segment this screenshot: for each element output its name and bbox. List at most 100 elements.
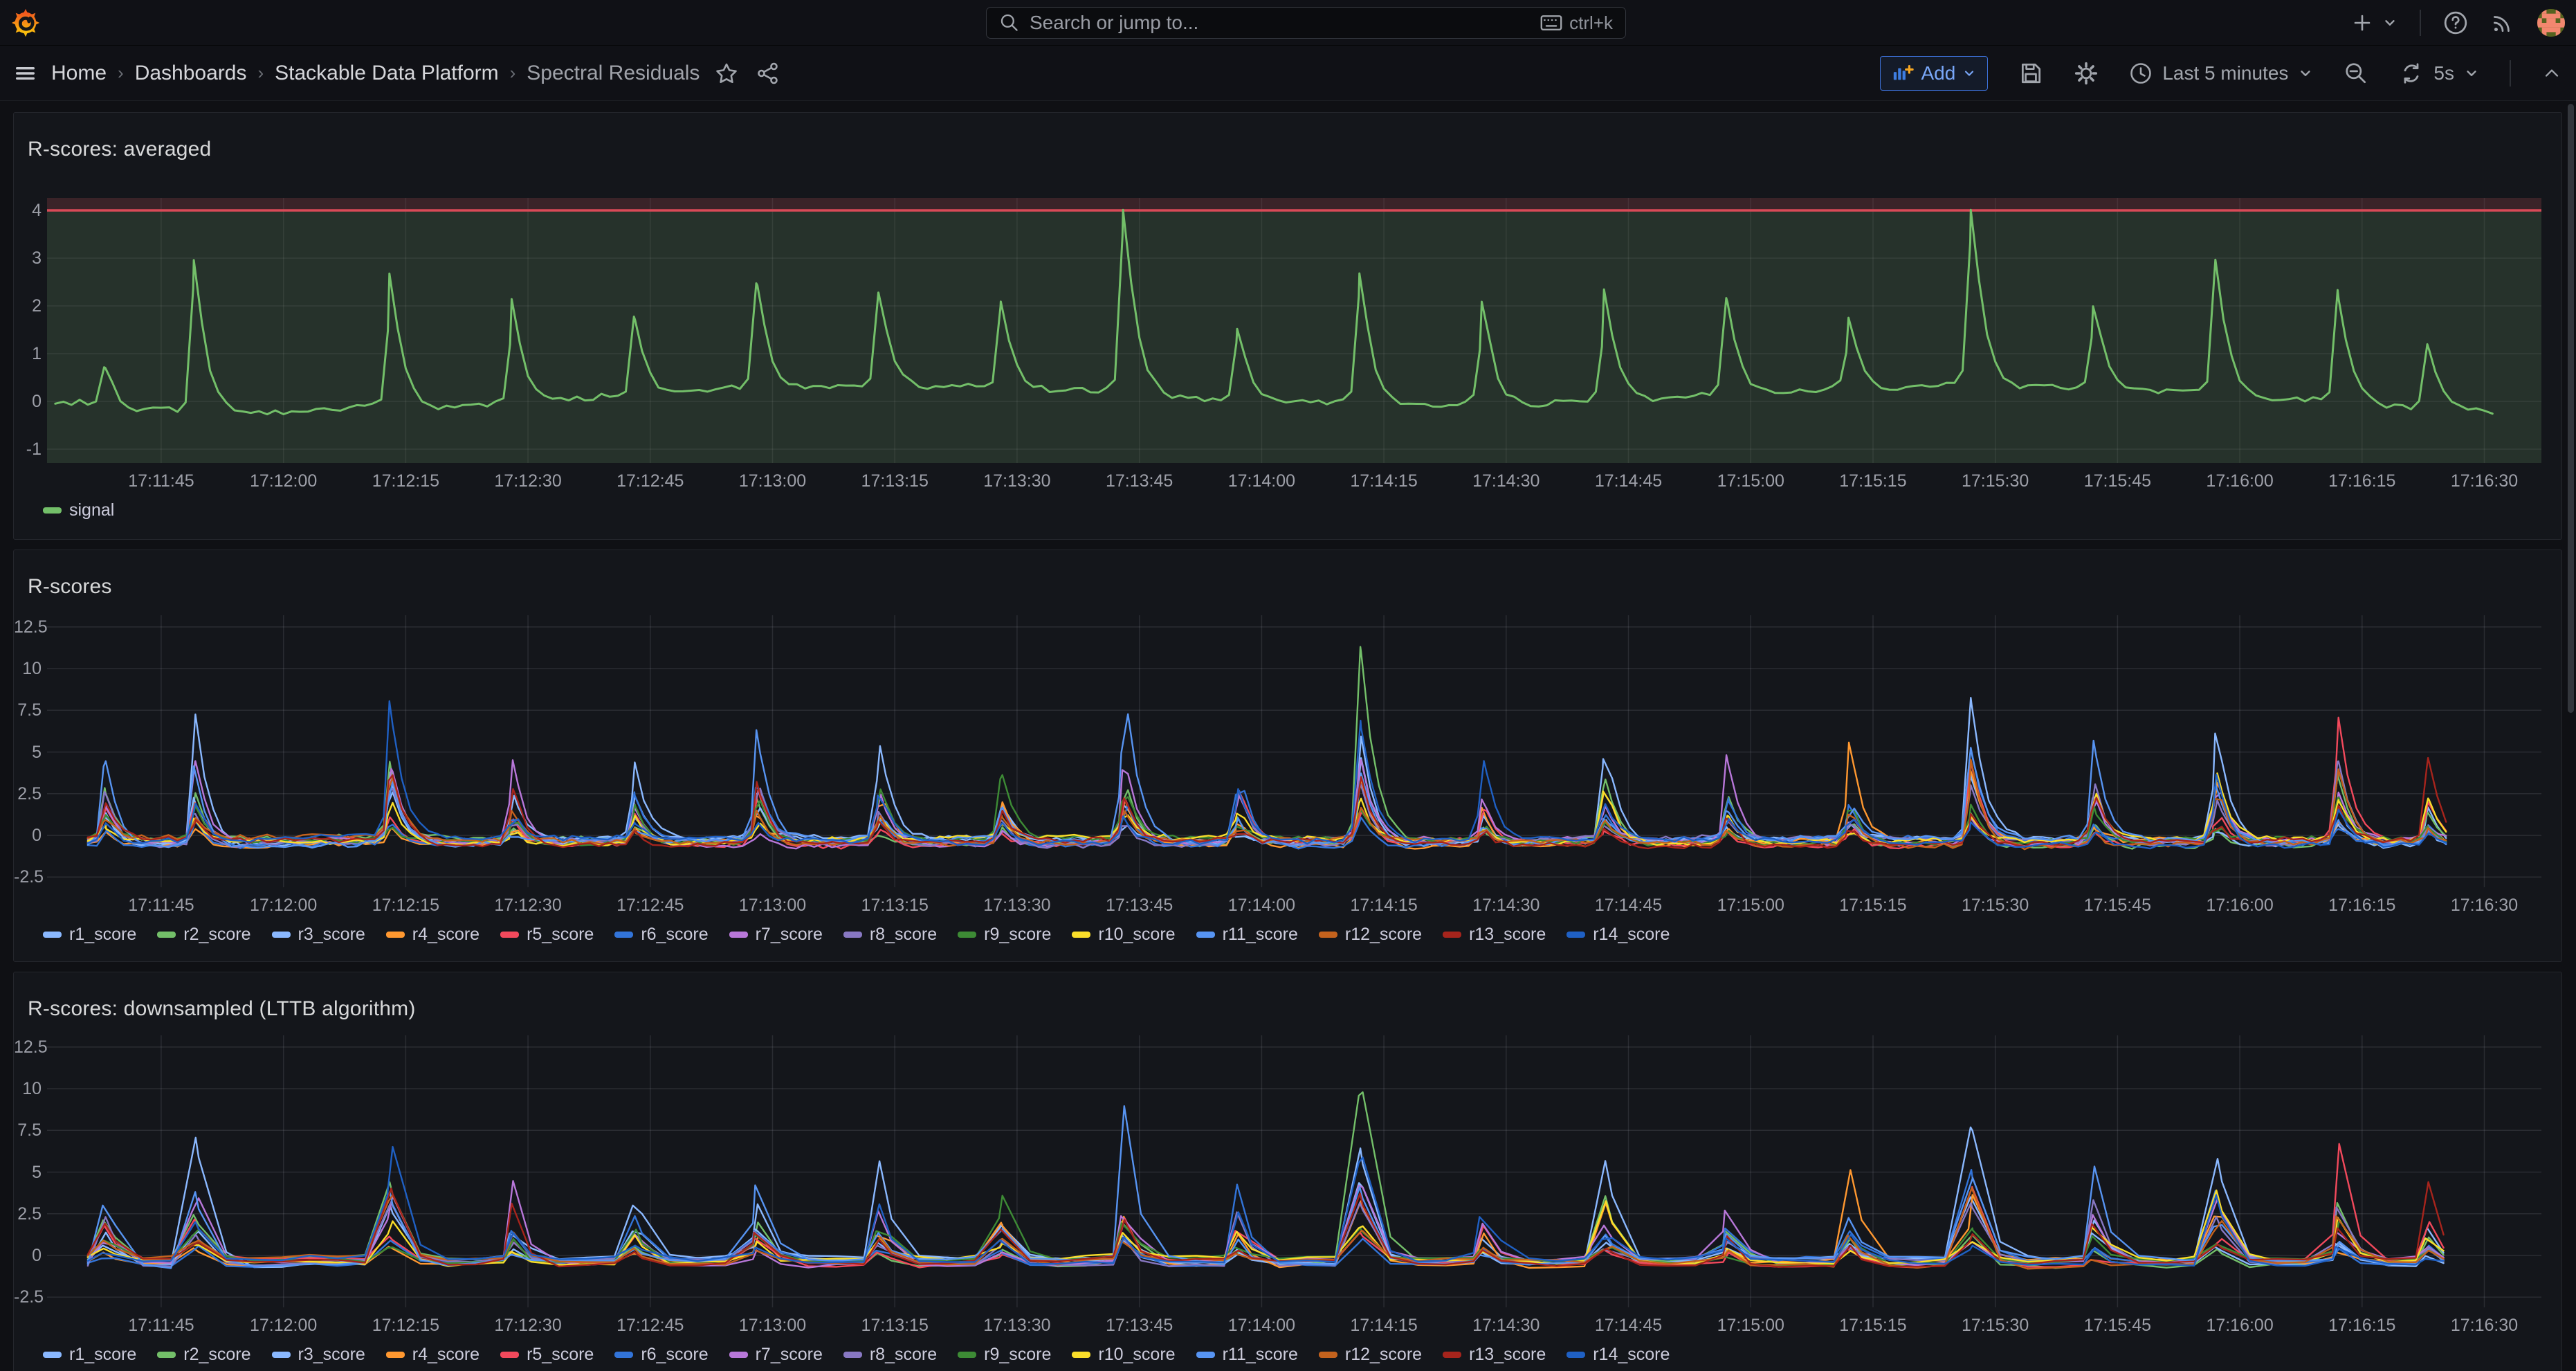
x-axis-tick: 17:13:00: [714, 471, 832, 491]
x-axis-tick: 17:12:30: [469, 1316, 587, 1336]
y-axis-tick: 5: [14, 743, 42, 763]
time-series-plot-area[interactable]: [47, 198, 2541, 463]
legend-item-r2_score[interactable]: r2_score: [157, 925, 250, 945]
legend-series-swatch: [1072, 1352, 1090, 1358]
legend-series-label: r1_score: [69, 1345, 136, 1365]
chevron-down-icon: [2382, 15, 2397, 30]
x-axis-tick: 17:12:00: [225, 896, 342, 916]
x-axis-tick: 17:11:45: [102, 896, 220, 916]
legend-item-r7_score[interactable]: r7_score: [729, 925, 823, 945]
legend-series-label: r6_score: [641, 1345, 708, 1365]
legend-series-label: r12_score: [1345, 925, 1422, 945]
time-series-plot-area[interactable]: [47, 615, 2541, 887]
legend-item-r4_score[interactable]: r4_score: [386, 925, 479, 945]
legend-item-r7_score[interactable]: r7_score: [729, 1345, 823, 1365]
share-button[interactable]: [756, 62, 780, 85]
legend-item-r10_score[interactable]: r10_score: [1072, 1345, 1175, 1365]
zoom-out-time-button[interactable]: [2344, 61, 2368, 86]
refresh-picker[interactable]: 5s: [2399, 61, 2479, 86]
legend-item-signal[interactable]: signal: [43, 500, 114, 520]
time-range-picker[interactable]: Last 5 minutes: [2129, 62, 2313, 85]
x-axis-tick: 17:16:00: [2181, 896, 2299, 916]
dashboard-settings-button[interactable]: [2074, 61, 2099, 86]
legend-item-r5_score[interactable]: r5_score: [500, 1345, 594, 1365]
y-axis-tick: 10: [14, 1079, 42, 1099]
legend-item-r5_score[interactable]: r5_score: [500, 925, 594, 945]
legend-item-r12_score[interactable]: r12_score: [1319, 925, 1422, 945]
legend-item-r11_score[interactable]: r11_score: [1196, 925, 1298, 945]
legend-series-label: r5_score: [527, 925, 594, 945]
help-button[interactable]: [2443, 10, 2468, 35]
x-axis-tick: 17:14:00: [1203, 471, 1320, 491]
legend-item-r9_score[interactable]: r9_score: [958, 925, 1051, 945]
breadcrumb-current-dashboard: Spectral Residuals: [527, 62, 700, 85]
toolbar-divider: [2510, 60, 2511, 87]
breadcrumb-folder[interactable]: Stackable Data Platform: [275, 62, 498, 85]
share-icon: [756, 62, 780, 85]
legend-series-label: r4_score: [412, 925, 479, 945]
legend-series-label: r5_score: [527, 1345, 594, 1365]
legend-item-r13_score[interactable]: r13_score: [1443, 1345, 1546, 1365]
legend: signal: [43, 500, 135, 520]
legend-item-r3_score[interactable]: r3_score: [272, 1345, 365, 1365]
gear-icon: [2074, 61, 2099, 86]
search-input[interactable]: Search or jump to... ctrl+k: [986, 7, 1626, 39]
legend-item-r6_score[interactable]: r6_score: [614, 925, 708, 945]
legend-series-label: r8_score: [870, 1345, 937, 1365]
news-button[interactable]: [2490, 10, 2515, 35]
y-axis-tick: -2.5: [14, 867, 42, 887]
legend-item-r2_score[interactable]: r2_score: [157, 1345, 250, 1365]
legend-item-r4_score[interactable]: r4_score: [386, 1345, 479, 1365]
legend-series-label: r9_score: [984, 925, 1051, 945]
legend-series-label: r2_score: [183, 925, 250, 945]
legend-item-r1_score[interactable]: r1_score: [43, 925, 136, 945]
time-series-plot-area[interactable]: [47, 1035, 2541, 1307]
new-menu-button[interactable]: [2350, 11, 2397, 35]
legend-item-r13_score[interactable]: r13_score: [1443, 925, 1546, 945]
legend-item-r14_score[interactable]: r14_score: [1566, 1345, 1670, 1365]
plus-icon: [2350, 11, 2374, 35]
breadcrumb-dashboards[interactable]: Dashboards: [135, 62, 247, 85]
legend-item-r11_score[interactable]: r11_score: [1196, 1345, 1298, 1365]
legend-series-label: r9_score: [984, 1345, 1051, 1365]
legend-series-swatch: [958, 932, 976, 938]
legend-item-r14_score[interactable]: r14_score: [1566, 925, 1670, 945]
x-axis-tick: 17:14:00: [1203, 1316, 1320, 1336]
favorite-button[interactable]: [715, 62, 738, 85]
legend-item-r8_score[interactable]: r8_score: [843, 1345, 937, 1365]
y-axis-tick: 1: [14, 344, 42, 364]
legend-series-swatch: [1072, 932, 1090, 938]
legend-series-swatch: [43, 932, 62, 938]
legend-item-r12_score[interactable]: r12_score: [1319, 1345, 1422, 1365]
legend-series-label: r11_score: [1223, 925, 1298, 945]
mega-menu-toggle[interactable]: [14, 62, 37, 85]
panel-r-scores-averaged: R-scores: averaged -10123417:11:4517:12:…: [13, 112, 2562, 540]
x-axis-tick: 17:15:00: [1692, 471, 1809, 491]
save-dashboard-button[interactable]: [2018, 61, 2043, 86]
x-axis-tick: 17:12:15: [347, 471, 464, 491]
legend-item-r10_score[interactable]: r10_score: [1072, 925, 1175, 945]
breadcrumb-home[interactable]: Home: [51, 62, 107, 85]
legend-item-r3_score[interactable]: r3_score: [272, 925, 365, 945]
panel-r-scores: R-scores -2.502.557.51012.517:11:4517:12…: [13, 550, 2562, 962]
x-axis-tick: 17:16:15: [2303, 896, 2421, 916]
x-axis-tick: 17:12:15: [347, 1316, 464, 1336]
legend-item-r8_score[interactable]: r8_score: [843, 925, 937, 945]
legend-series-label: r11_score: [1223, 1345, 1298, 1365]
time-range-label: Last 5 minutes: [2162, 62, 2288, 84]
y-axis-tick: -1: [14, 439, 42, 460]
legend-series-swatch: [1196, 1352, 1215, 1358]
legend-item-r1_score[interactable]: r1_score: [43, 1345, 136, 1365]
scrollbar-thumb[interactable]: [2568, 104, 2574, 713]
user-avatar[interactable]: [2537, 9, 2565, 37]
x-axis-tick: 17:15:45: [2058, 896, 2176, 916]
collapse-toolbar-button[interactable]: [2541, 63, 2562, 84]
y-axis-tick: 4: [14, 201, 42, 221]
grafana-logo[interactable]: [10, 7, 42, 39]
legend-item-r9_score[interactable]: r9_score: [958, 1345, 1051, 1365]
x-axis-tick: 17:13:30: [958, 471, 1076, 491]
page-scrollbar[interactable]: [2568, 104, 2574, 1368]
legend-series-swatch: [843, 932, 862, 938]
add-panel-button[interactable]: Add: [1880, 56, 1988, 91]
legend-item-r6_score[interactable]: r6_score: [614, 1345, 708, 1365]
